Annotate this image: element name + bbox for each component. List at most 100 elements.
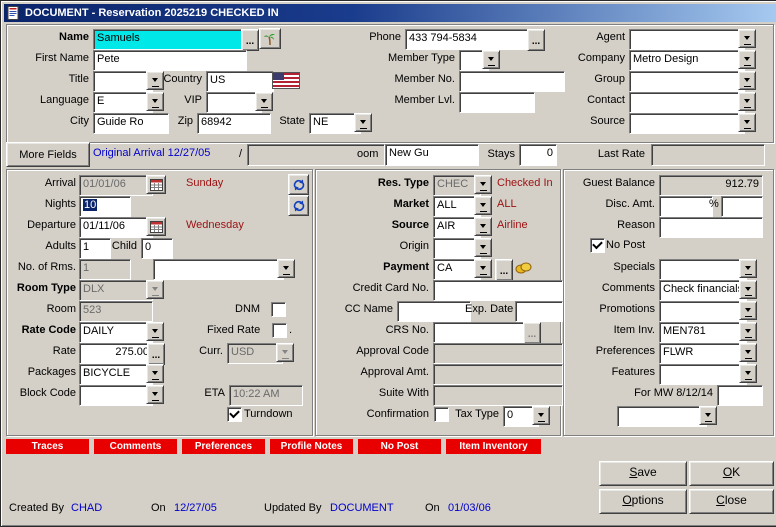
source-dropdown-button[interactable] [474,217,492,236]
packages-dropdown-button[interactable] [146,364,164,383]
zip-input[interactable]: 68942 [197,113,271,134]
vip-input[interactable] [206,92,262,113]
no-post-button[interactable]: No Post [358,439,441,454]
contact-input[interactable] [629,92,745,113]
credit-card-no-input[interactable] [433,280,563,301]
source-profile-input[interactable] [629,113,745,134]
payment-ellipsis-button[interactable]: ... [495,259,513,281]
room-feature-dropdown-button[interactable] [277,259,295,278]
ok-button[interactable]: OK [689,461,774,486]
preferences-dropdown-button[interactable] [739,343,757,362]
phone-ellipsis-button[interactable]: ... [527,29,545,51]
updated-on-label: On [425,502,440,515]
rate-code-dropdown-button[interactable] [146,322,164,341]
specials-input[interactable] [659,259,747,280]
group-dropdown-button[interactable] [738,71,756,90]
comments-label: Comments [567,282,655,295]
item-inv-label: Item Inv. [567,324,655,337]
save-button[interactable]: Save [599,461,687,486]
disc-pct-input[interactable] [721,196,763,217]
close-button[interactable]: Close [689,489,774,514]
preferences-input[interactable]: FLWR [659,343,747,364]
packages-input[interactable]: BICYCLE [79,364,153,385]
country-input[interactable]: US [206,71,274,92]
features-input[interactable] [659,364,747,385]
fixed-rate-checkbox[interactable] [272,323,287,338]
more-fields-button[interactable]: More Fields [6,142,90,167]
disc-amt-input[interactable] [659,196,713,217]
title-input[interactable] [93,71,153,92]
child-input[interactable]: 0 [141,238,173,259]
cc-name-input[interactable] [397,301,471,322]
exp-date-input[interactable] [515,301,563,322]
rate-code-input[interactable]: DAILY [79,322,153,343]
agent-input[interactable] [629,29,745,50]
reason-input[interactable] [659,217,763,238]
stays-input[interactable]: 0 [519,144,557,166]
dnm-checkbox[interactable] [271,302,286,317]
profile-notes-button[interactable]: Profile Notes [270,439,353,454]
member-lvl-input[interactable] [459,92,535,113]
confirmation-checkbox[interactable] [434,407,449,422]
currency-dropdown-button [276,343,294,362]
arrival-calendar-button[interactable] [146,175,166,194]
comments-dropdown-button[interactable] [739,280,757,299]
origin-dropdown-button[interactable] [474,238,492,257]
rate-input[interactable]: 275.00 [79,343,153,364]
language-input[interactable]: E [93,92,153,113]
item-inv-dropdown-button[interactable] [739,322,757,341]
member-type-dropdown-button[interactable] [482,50,500,69]
approval-code-label: Approval Code [331,345,429,358]
group-input[interactable] [629,71,745,92]
promotions-dropdown-button[interactable] [739,301,757,320]
name-ellipsis-button[interactable]: ... [241,29,259,51]
source-profile-dropdown-button[interactable] [738,113,756,132]
agent-dropdown-button[interactable] [738,29,756,48]
item-inv-input[interactable]: MEN781 [659,322,747,343]
promotions-input[interactable] [659,301,747,322]
window-title: DOCUMENT - Reservation 2025219 CHECKED I… [25,7,279,19]
preferences-button[interactable]: Preferences [182,439,265,454]
departure-calendar-button[interactable] [146,217,166,236]
tax-type-dropdown-button[interactable] [532,406,550,425]
nights-refresh-button[interactable] [288,195,309,216]
specials-dropdown-button[interactable] [739,259,757,278]
vip-dropdown-button[interactable] [255,92,273,111]
phone-input[interactable]: 433 794-5834 [405,29,533,50]
payment-dropdown-button[interactable] [474,259,492,278]
item-inventory-button[interactable]: Item Inventory [446,439,541,454]
for-mw-input[interactable] [717,385,763,406]
app-icon [7,6,21,20]
block-code-dropdown-button[interactable] [146,385,164,404]
crs-no-input[interactable] [433,322,529,343]
res-type-label: Res. Type [331,177,429,190]
dropdown-arrow-icon [745,287,751,294]
first-name-input[interactable]: Pete [93,50,247,71]
traces-button[interactable]: Traces [6,439,89,454]
room-feature-input[interactable] [153,259,284,280]
extra-dropdown-button[interactable] [699,406,717,425]
extra-input[interactable] [617,406,707,427]
nights-input[interactable]: 10 [79,196,131,217]
member-no-input[interactable] [459,71,565,92]
block-code-input[interactable] [79,385,153,406]
departure-input[interactable]: 01/11/06 [79,217,153,238]
turndown-checkbox[interactable] [227,407,242,422]
options-button[interactable]: Options [599,489,687,514]
company-input[interactable]: Metro Design [629,50,745,71]
res-type-dropdown-button[interactable] [474,175,492,194]
profile-button[interactable] [259,28,281,49]
city-input[interactable]: Guide Ro [93,113,169,134]
arrival-refresh-button[interactable] [288,174,309,195]
comments-input[interactable]: Check financials [659,280,747,301]
features-dropdown-button[interactable] [739,364,757,383]
contact-dropdown-button[interactable] [738,92,756,111]
rate-ellipsis-button[interactable]: ... [147,343,165,365]
state-dropdown-button[interactable] [354,113,372,132]
no-post-checkbox[interactable] [590,238,605,253]
company-dropdown-button[interactable] [738,50,756,69]
market-dropdown-button[interactable] [474,196,492,215]
name-input[interactable]: Samuels [93,29,247,50]
comments-button[interactable]: Comments [94,439,177,454]
source-label: Source [331,219,429,232]
